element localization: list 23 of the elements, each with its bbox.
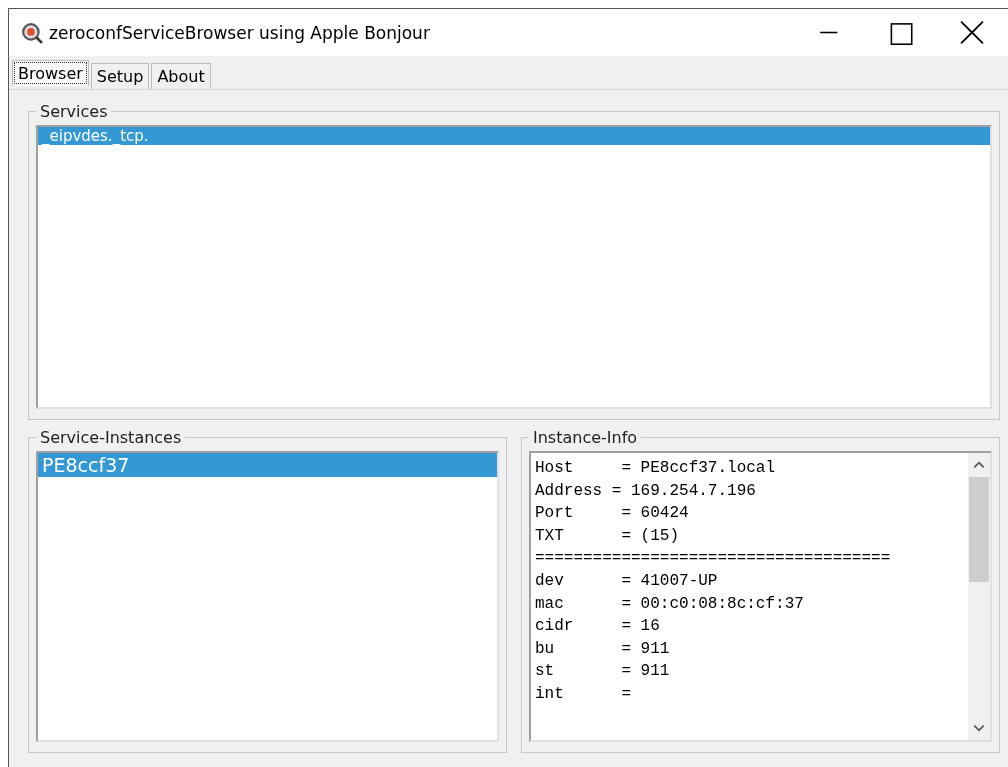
tab[interactable]: Browser: [12, 60, 89, 86]
info-line: dev = 41007-UP: [535, 570, 719, 592]
info-line: Address = 169.254.7.196: [535, 480, 757, 502]
scroll-down-icon[interactable]: [972, 722, 986, 734]
info-line: =====================================: [535, 548, 892, 570]
info-line: Host = PE8ccf37.local: [535, 458, 777, 479]
window-title: zeroconfServiceBrowser using Apple Bonjour: [49, 22, 431, 43]
info-text-area[interactable]: Host = PE8ccf37.local Address = 169.254.7.196 Port = 60424 TXT = (15) ===================================== dev = 41007-UP mac = 00:c0:08:8c:cf:37 cidr = 16 bu = 911 st = 911 int =: [529, 451, 992, 742]
tab[interactable]: Setup: [90, 63, 150, 89]
info-line: cidr = 16: [535, 616, 661, 638]
magnifier-icon: [21, 21, 43, 44]
group-title: Service-Instances: [39, 428, 183, 447]
group-title: Instance-Info: [532, 428, 639, 447]
info-line: int =: [535, 683, 632, 705]
tab[interactable]: About: [151, 63, 211, 89]
info-line: st = 911: [535, 661, 671, 683]
info-line: TXT = (15): [535, 525, 681, 547]
scrollbar[interactable]: [968, 453, 990, 740]
info-line: mac = 00:c0:08:8c:cf:37: [535, 593, 805, 615]
group-title: Services: [39, 102, 109, 121]
info-line: bu = 911: [535, 638, 671, 660]
scrollbar-thumb[interactable]: [969, 477, 989, 582]
info-line: Port = 60424: [535, 503, 690, 525]
